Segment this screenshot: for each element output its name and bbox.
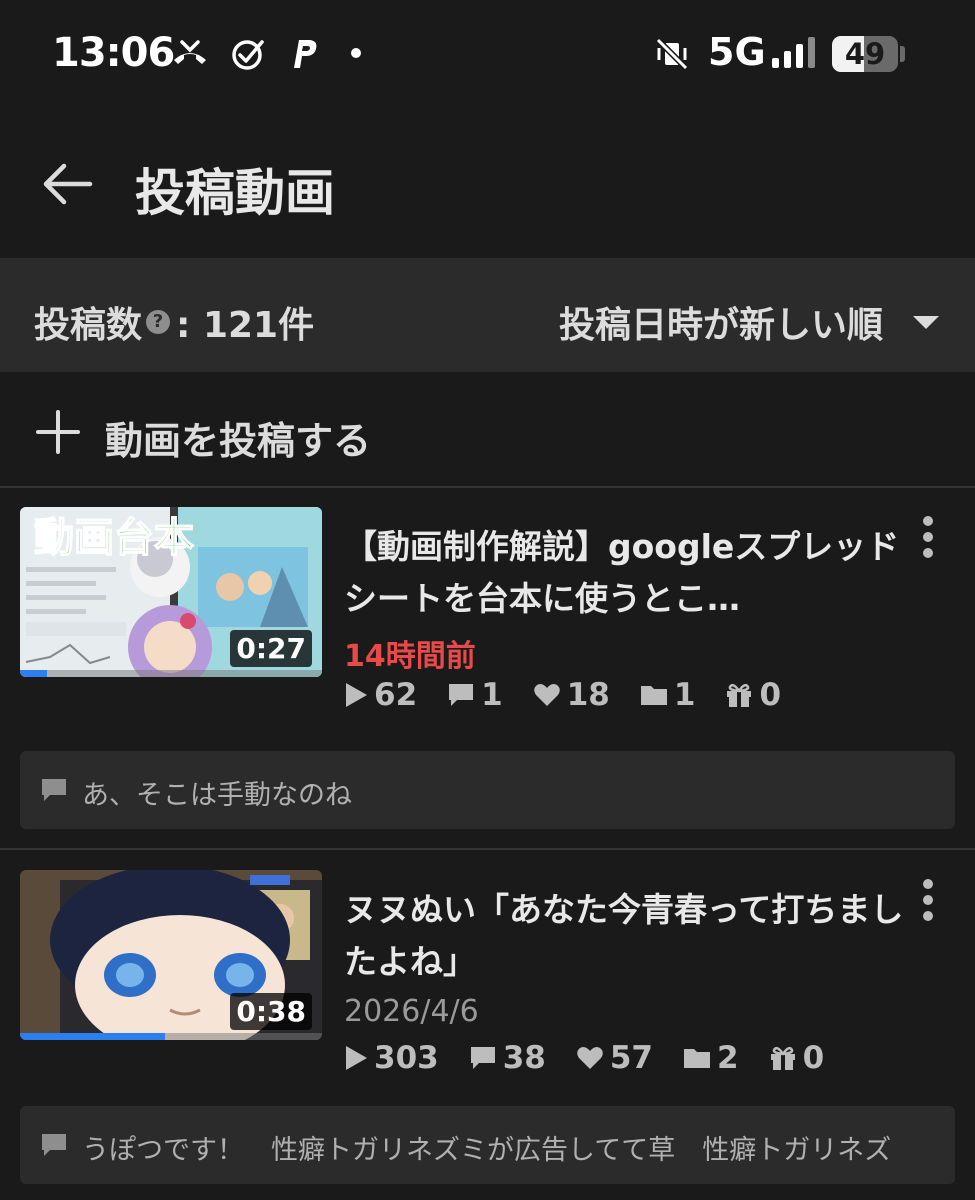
heart-icon bbox=[533, 684, 560, 706]
caret-down-icon bbox=[913, 315, 939, 329]
paypal-icon bbox=[294, 40, 317, 68]
latest-comment[interactable]: あ、そこは手動なのね bbox=[20, 751, 955, 829]
divider bbox=[0, 486, 975, 488]
watch-progress bbox=[20, 1033, 322, 1040]
gift-icon bbox=[727, 683, 752, 707]
video-thumbnail[interactable]: 動画台本 0:27 bbox=[20, 507, 322, 677]
sort-bar: 投稿数 ? : 121件 投稿日時が新しい順 bbox=[0, 258, 975, 372]
likes-count: 18 bbox=[566, 677, 610, 713]
stat-views: 62 bbox=[344, 677, 417, 713]
video-stats: 62 1 18 1 0 bbox=[344, 677, 811, 713]
comments-count: 1 bbox=[481, 677, 503, 713]
views-count: 303 bbox=[374, 1040, 439, 1076]
folder-icon bbox=[684, 1049, 710, 1068]
gifts-count: 0 bbox=[759, 677, 782, 713]
post-count-label: 投稿数 bbox=[34, 305, 143, 346]
stat-mylists: 2 bbox=[683, 1040, 739, 1076]
video-item[interactable]: 0:38 ヌヌぬい「あなた今青春って打ちましたよね」 2026/4/6 303 … bbox=[0, 870, 975, 1200]
gift-icon bbox=[770, 1046, 795, 1070]
comment-icon bbox=[42, 779, 66, 801]
sort-dropdown[interactable]: 投稿日時が新しい順 bbox=[559, 296, 939, 348]
add-video-button[interactable]: 動画を投稿する bbox=[0, 380, 975, 484]
play-icon bbox=[346, 1046, 367, 1070]
mylists-count: 1 bbox=[673, 677, 696, 713]
divider bbox=[0, 848, 975, 850]
likes-count: 57 bbox=[609, 1040, 653, 1076]
stat-gifts: 0 bbox=[725, 677, 781, 713]
battery-level: 49 bbox=[844, 37, 886, 71]
video-stats: 303 38 57 2 0 bbox=[344, 1040, 854, 1076]
comment-text: うぽつです！ 性癖トガリネズミが広告してて草 性癖トガリネズ bbox=[82, 1135, 892, 1166]
video-date: 14時間前 bbox=[344, 639, 476, 674]
comment-icon bbox=[449, 684, 474, 706]
heart-icon bbox=[577, 1047, 603, 1069]
thumbnail-caption: 動画台本 bbox=[34, 515, 194, 561]
views-count: 62 bbox=[374, 677, 418, 713]
stat-views: 303 bbox=[344, 1040, 439, 1076]
battery-tip bbox=[900, 46, 905, 62]
status-bar: 13:06 5G 49 bbox=[0, 0, 975, 110]
stat-comments: 38 bbox=[469, 1040, 546, 1076]
video-duration: 0:27 bbox=[230, 630, 312, 667]
comment-icon bbox=[470, 1047, 495, 1069]
watch-progress-fill bbox=[20, 1033, 165, 1040]
video-thumbnail[interactable]: 0:38 bbox=[20, 870, 322, 1040]
stat-gifts: 0 bbox=[769, 1040, 825, 1076]
stat-comments: 1 bbox=[447, 677, 503, 713]
video-title[interactable]: ヌヌぬい「あなた今青春って打ちましたよね」 bbox=[344, 884, 904, 988]
sort-label: 投稿日時が新しい順 bbox=[558, 305, 883, 346]
post-count: 投稿数 ? : 121件 bbox=[34, 296, 314, 348]
more-vert-icon[interactable] bbox=[914, 878, 942, 922]
notification-dot-icon bbox=[351, 48, 361, 58]
gifts-count: 0 bbox=[802, 1040, 825, 1076]
signal-icon bbox=[772, 37, 815, 68]
play-icon bbox=[346, 683, 367, 707]
video-duration: 0:38 bbox=[230, 993, 312, 1030]
latest-comment[interactable]: うぽつです！ 性癖トガリネズミが広告してて草 性癖トガリネズ bbox=[20, 1106, 955, 1184]
watch-progress-fill bbox=[20, 670, 48, 677]
watch-progress bbox=[20, 670, 322, 677]
missed-call-icon bbox=[174, 40, 206, 64]
plus-icon bbox=[36, 410, 80, 454]
stat-likes: 18 bbox=[533, 677, 610, 713]
comments-count: 38 bbox=[502, 1040, 546, 1076]
video-item[interactable]: 動画台本 0:27 【動画制作解説】googleスプレッドシートを台本に使うとこ… bbox=[0, 507, 975, 847]
folder-icon bbox=[640, 686, 667, 705]
battery-icon: 49 bbox=[832, 36, 898, 72]
comment-text: あ、そこは手動なのね bbox=[82, 780, 352, 811]
more-vert-icon[interactable] bbox=[914, 515, 942, 559]
page-title: 投稿動画 bbox=[135, 164, 335, 222]
stat-mylists: 1 bbox=[640, 677, 696, 713]
vibrate-off-icon bbox=[655, 37, 689, 71]
video-title[interactable]: 【動画制作解説】googleスプレッドシートを台本に使うとこ… bbox=[344, 521, 904, 625]
video-date: 2026/4/6 bbox=[344, 994, 479, 1029]
check-circle-icon bbox=[232, 40, 264, 70]
mylists-count: 2 bbox=[717, 1040, 739, 1076]
stat-likes: 57 bbox=[576, 1040, 653, 1076]
post-count-value: : 121件 bbox=[176, 305, 315, 346]
status-time: 13:06 bbox=[52, 30, 175, 76]
comment-icon bbox=[42, 1134, 66, 1156]
add-video-label: 動画を投稿する bbox=[105, 419, 372, 463]
back-arrow-icon[interactable] bbox=[40, 160, 94, 208]
help-icon[interactable]: ? bbox=[146, 310, 171, 334]
network-label: 5G bbox=[708, 30, 766, 74]
